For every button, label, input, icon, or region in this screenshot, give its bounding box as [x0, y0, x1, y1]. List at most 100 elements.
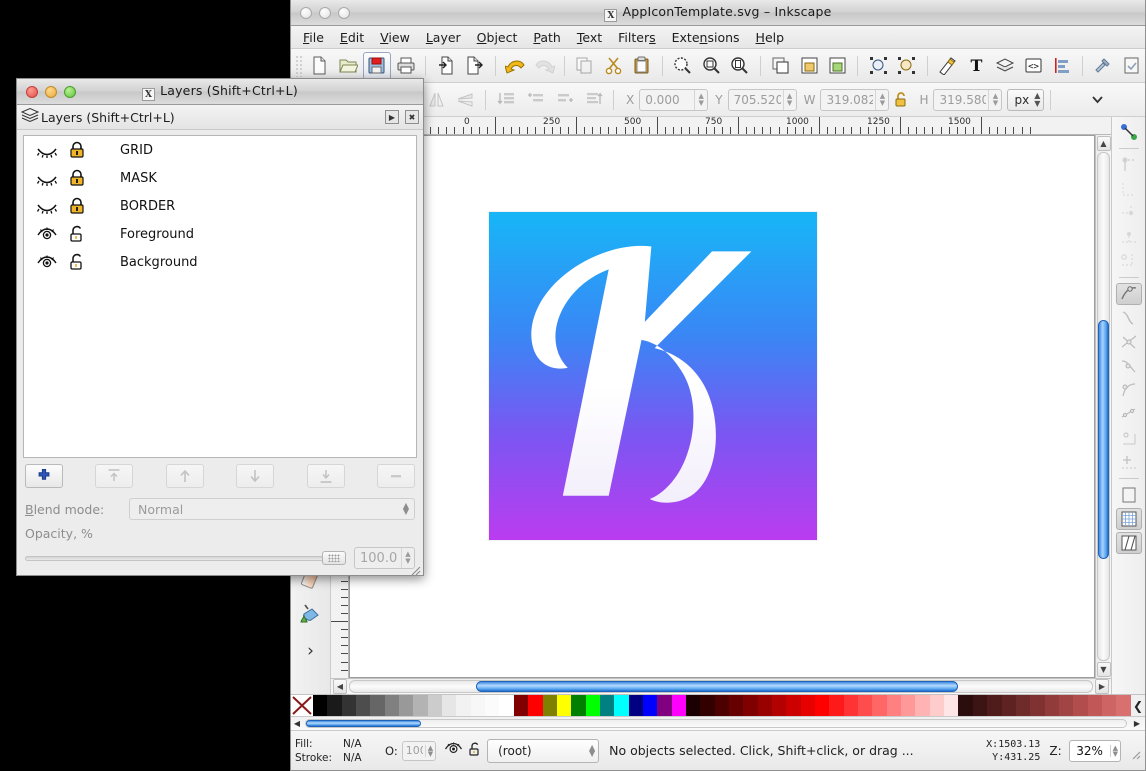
align-dialog-icon[interactable] [1048, 52, 1076, 80]
palette-swatch[interactable] [800, 695, 816, 716]
menu-layer[interactable]: Layer [419, 28, 468, 47]
xml-editor-icon[interactable]: <> [1020, 52, 1048, 80]
snap-rotation-centers-icon[interactable] [1116, 451, 1142, 473]
chevron-right-icon[interactable]: ▶ [1129, 719, 1145, 728]
menu-text[interactable]: Text [570, 28, 609, 47]
palette-swatch[interactable] [1087, 695, 1102, 716]
delete-layer-button[interactable] [377, 464, 415, 488]
layer-name-label[interactable]: MASK [92, 171, 157, 186]
palette-swatch[interactable] [542, 695, 557, 716]
snap-bounding-box-icon[interactable] [1116, 154, 1142, 176]
palette-swatch[interactable] [1058, 695, 1074, 716]
palette-swatch[interactable] [872, 695, 887, 716]
palette-scroll-thumb[interactable] [306, 720, 421, 727]
palette-swatch[interactable] [657, 695, 672, 716]
h-field[interactable]: ▲▼ [933, 88, 1003, 111]
palette-swatch[interactable] [772, 695, 787, 716]
palette-swatch[interactable] [413, 695, 428, 716]
snap-object-centers-icon[interactable] [1116, 427, 1142, 449]
lower-to-bottom-icon[interactable] [492, 86, 520, 114]
palette-swatch[interactable] [901, 695, 916, 716]
lock-open-icon[interactable] [62, 225, 92, 243]
undo-icon[interactable] [502, 52, 530, 80]
fill-stroke-indicator[interactable]: Fill: N/A Stroke: N/A [295, 737, 381, 765]
tool-overflow-chevron-icon[interactable]: › [307, 643, 314, 660]
raise-to-top-icon[interactable] [864, 52, 892, 80]
flip-vertical-icon[interactable] [451, 86, 479, 114]
x-input[interactable] [640, 89, 695, 110]
palette-swatch[interactable] [858, 695, 873, 716]
horizontal-scrollbar[interactable]: ◀ ▶ [331, 678, 1111, 694]
opacity-slider-knob[interactable] [322, 551, 346, 565]
zoom-page-icon[interactable] [726, 52, 754, 80]
eye-open-icon[interactable] [32, 254, 62, 270]
palette-swatch[interactable] [614, 695, 629, 716]
palette-swatch[interactable] [642, 695, 658, 716]
snap-path-intersections-icon[interactable] [1116, 331, 1142, 353]
h-input[interactable] [934, 89, 989, 110]
eye-open-icon[interactable] [32, 226, 62, 242]
palette-swatch[interactable] [1044, 695, 1059, 716]
palette-swatch[interactable] [370, 695, 385, 716]
zoom-selection-icon[interactable] [669, 52, 697, 80]
new-layer-button[interactable] [25, 464, 63, 488]
layer-name-label[interactable]: GRID [92, 143, 153, 158]
document-properties-icon[interactable] [1117, 52, 1145, 80]
opacity-input[interactable] [402, 743, 425, 758]
menu-help[interactable]: Help [749, 28, 792, 47]
menubar[interactable]: FFileile Edit View Layer Object Path Tex… [291, 26, 1145, 49]
no-color-icon[interactable] [291, 695, 313, 716]
zoom-field[interactable]: ▲▼ [1068, 739, 1121, 762]
preferences-icon[interactable] [1089, 52, 1117, 80]
eye-closed-icon[interactable] [32, 142, 62, 158]
lock-closed-icon[interactable] [62, 169, 92, 187]
palette-swatch[interactable] [341, 695, 357, 716]
chevron-down-icon[interactable] [1083, 86, 1111, 114]
palette-swatch[interactable] [700, 695, 715, 716]
palette-swatch[interactable] [599, 695, 615, 716]
opacity-stepper[interactable]: ▲ ▼ [424, 744, 435, 757]
w-input[interactable] [821, 89, 876, 110]
palette-swatch-strip[interactable] [313, 695, 1131, 716]
lock-closed-icon[interactable] [62, 141, 92, 159]
zoom-input[interactable] [1069, 742, 1110, 759]
palette-swatch[interactable] [399, 695, 414, 716]
palette-swatch[interactable] [714, 695, 729, 716]
lower-one-step-icon[interactable] [521, 86, 549, 114]
paste-icon[interactable] [628, 52, 656, 80]
palette-swatch[interactable] [327, 695, 342, 716]
y-field[interactable]: ▲▼ [727, 88, 797, 111]
eye-closed-icon[interactable] [32, 170, 62, 186]
layer-row[interactable]: Foreground [24, 220, 416, 248]
palette-swatch[interactable] [1001, 695, 1016, 716]
menu-file[interactable]: FFileile [296, 28, 331, 47]
scroll-right-button[interactable]: ▶ [1095, 679, 1109, 694]
palette-swatch[interactable] [815, 695, 830, 716]
palette-swatch[interactable] [685, 695, 701, 716]
palette-swatch[interactable] [843, 695, 859, 716]
enable-snapping-icon[interactable] [1116, 121, 1142, 143]
raise-layer-button[interactable] [165, 464, 204, 488]
palette-swatch[interactable] [571, 695, 586, 716]
current-layer-selector[interactable]: (root) ▲ ▼ [487, 738, 600, 763]
layer-row[interactable]: BORDER [24, 192, 416, 220]
opacity-value-field[interactable]: ▲▼ [354, 547, 415, 569]
app-icon-letter-k[interactable] [489, 212, 817, 540]
menu-edit[interactable]: Edit [333, 28, 371, 47]
layer-row[interactable]: GRID [24, 136, 416, 164]
raise-to-top-icon[interactable] [579, 86, 607, 114]
snap-paths-icon[interactable] [1116, 307, 1142, 329]
snap-controls-bar[interactable] [1111, 117, 1145, 694]
layers-dialog-titlebar[interactable]: X Layers (Shift+Ctrl+L) [17, 79, 423, 105]
palette-swatch[interactable] [915, 695, 930, 716]
unlocked-icon[interactable] [467, 741, 483, 761]
palette-swatch[interactable] [528, 695, 543, 716]
palette-swatch[interactable] [1116, 695, 1131, 716]
units-selector[interactable]: px ▲ ▼ [1007, 88, 1045, 111]
lower-layer-to-bottom-button[interactable] [306, 464, 345, 488]
vertical-scroll-track[interactable] [1097, 152, 1110, 661]
lower-to-bottom-icon[interactable] [893, 52, 921, 80]
text-properties-icon[interactable]: T [962, 52, 990, 80]
layer-name-label[interactable]: BORDER [92, 199, 175, 214]
palette-scrollbar[interactable]: ◀ ▶ [291, 716, 1145, 730]
